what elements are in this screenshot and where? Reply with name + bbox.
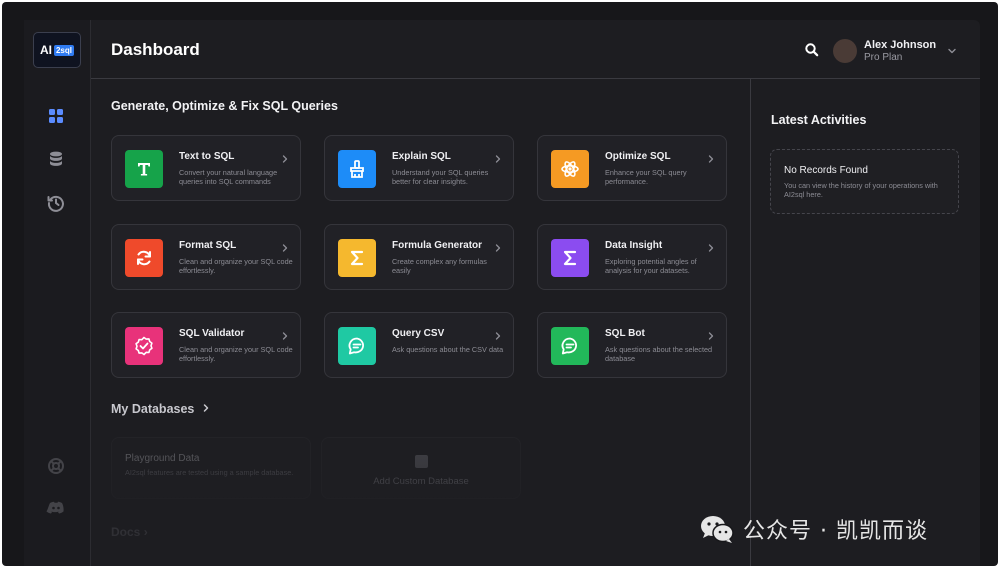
activities-panel: Latest Activities No Records Found You c…: [750, 79, 981, 566]
chevron-right-icon: [706, 240, 716, 252]
add-database-label: Add Custom Database: [373, 476, 469, 487]
card-description: Create complex any formulas easily: [392, 257, 487, 275]
playground-database-card[interactable]: Playground Data AI2sql features are test…: [111, 437, 311, 499]
card-title: Explain SQL: [392, 151, 451, 162]
card-title: Text to SQL: [179, 151, 235, 162]
user-name[interactable]: Alex Johnson: [864, 39, 936, 51]
watermark-text: 公众号 · 凯凯而谈: [743, 519, 928, 544]
empty-title: No Records Found: [784, 165, 868, 176]
chevron-right-icon: ›: [143, 525, 148, 539]
grid-icon[interactable]: [46, 106, 66, 126]
screenshot-frame: AI 2sql Dashboard Alex Johnson Pro Plan …: [2, 2, 998, 566]
card-description: Clean and organize your SQL code effortl…: [179, 257, 293, 275]
database-description: AI2sql features are tested using a sampl…: [125, 468, 294, 477]
chevron-right-icon: [280, 328, 290, 340]
chat-bubble-icon: [551, 327, 589, 365]
plus-icon: [415, 455, 428, 468]
database-icon[interactable]: [46, 149, 66, 169]
card-title: Data Insight: [605, 240, 663, 251]
card-title: SQL Bot: [605, 328, 645, 339]
add-custom-database-button[interactable]: Add Custom Database: [321, 437, 521, 499]
tool-card-formula-generator[interactable]: Formula Generator Create complex any for…: [324, 224, 514, 290]
chevron-right-icon: [280, 240, 290, 252]
my-databases-label: My Databases: [111, 402, 195, 416]
search-icon[interactable]: [803, 41, 821, 59]
chevron-right-icon: [493, 151, 503, 163]
user-plan: Pro Plan: [864, 52, 903, 63]
docs-link[interactable]: Docs ›: [111, 525, 148, 539]
refresh-icon: [125, 239, 163, 277]
chevron-right-icon: [203, 404, 209, 412]
card-description: Convert your natural language queries in…: [179, 168, 278, 186]
wechat-logo-icon: [701, 516, 734, 543]
wechat-watermark: 公众号 · 凯凯而谈: [699, 512, 928, 546]
sidebar: AI 2sql: [24, 20, 91, 566]
sigma-icon: [338, 239, 376, 277]
badge-check-icon: [125, 327, 163, 365]
app-window: AI 2sql Dashboard Alex Johnson Pro Plan …: [24, 20, 980, 566]
card-title: Formula Generator: [392, 240, 483, 251]
card-title: SQL Validator: [179, 328, 245, 339]
chevron-right-icon: [706, 328, 716, 340]
section-title: Generate, Optimize & Fix SQL Queries: [111, 99, 338, 113]
docs-label: Docs: [111, 525, 141, 539]
chevron-right-icon: [493, 328, 503, 340]
chevron-right-icon: [493, 240, 503, 252]
app-logo[interactable]: AI 2sql: [33, 32, 81, 68]
tool-card-data-insight[interactable]: Data Insight Exploring potential angles …: [537, 224, 727, 290]
main-content: Generate, Optimize & Fix SQL Queries Tex…: [91, 79, 749, 566]
tool-card-sql-validator[interactable]: SQL Validator Clean and organize your SQ…: [111, 312, 301, 378]
chat-bubble-icon: [338, 327, 376, 365]
tool-card-explain-sql[interactable]: Explain SQL Understand your SQL queries …: [324, 135, 514, 201]
atom-icon: [551, 150, 589, 188]
card-title: Query CSV: [392, 328, 445, 339]
card-title: Format SQL: [179, 240, 237, 251]
page-title: Dashboard: [111, 40, 200, 59]
card-description: Understand your SQL queries better for c…: [392, 168, 489, 186]
card-description: Enhance your SQL query performance.: [605, 168, 687, 186]
discord-icon[interactable]: [46, 498, 66, 518]
empty-description: You can view the history of your operati…: [784, 181, 938, 199]
help-icon[interactable]: [46, 456, 66, 476]
my-databases-link[interactable]: My Databases: [111, 402, 211, 416]
tool-card-optimize-sql[interactable]: Optimize SQL Enhance your SQL query perf…: [537, 135, 727, 201]
logo-sql-text: 2sql: [53, 44, 74, 56]
text-t-icon: [125, 150, 163, 188]
database-name: Playground Data: [125, 453, 200, 464]
card-description: Ask questions about the selected databas…: [605, 345, 713, 363]
top-header: Dashboard Alex Johnson Pro Plan: [91, 20, 980, 79]
card-title: Optimize SQL: [605, 151, 671, 162]
sigma-icon: [551, 239, 589, 277]
activities-title: Latest Activities: [771, 113, 867, 127]
tool-card-text-to-sql[interactable]: Text to SQL Convert your natural languag…: [111, 135, 301, 201]
tool-card-format-sql[interactable]: Format SQL Clean and organize your SQL c…: [111, 224, 301, 290]
tool-card-sql-bot[interactable]: SQL Bot Ask questions about the selected…: [537, 312, 727, 378]
card-description: Clean and organize your SQL code effortl…: [179, 345, 293, 363]
tool-card-query-csv[interactable]: Query CSV Ask questions about the CSV da…: [324, 312, 514, 378]
card-description: Exploring potential angles of analysis f…: [605, 257, 697, 275]
chevron-right-icon: [280, 151, 290, 163]
avatar[interactable]: [833, 39, 857, 63]
card-description: Ask questions about the CSV data: [392, 345, 504, 354]
history-icon[interactable]: [46, 193, 66, 213]
chevron-right-icon: [706, 151, 716, 163]
brush-icon: [338, 150, 376, 188]
logo-ai-text: AI: [39, 43, 52, 57]
empty-activities-box: No Records Found You can view the histor…: [770, 149, 959, 214]
chevron-down-icon[interactable]: [946, 44, 958, 56]
